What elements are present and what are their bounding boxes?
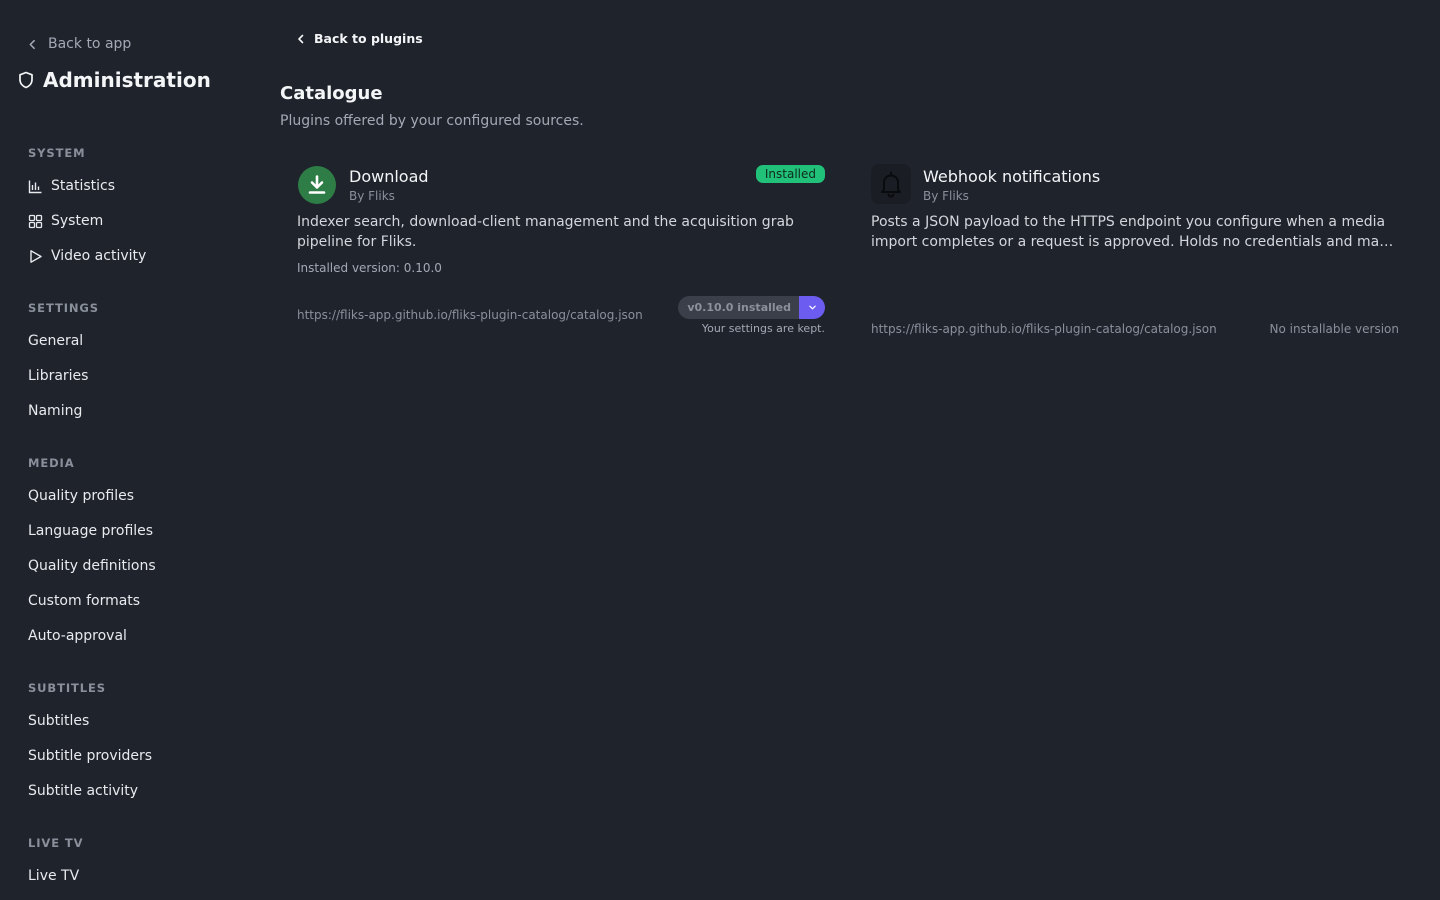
sidebar-item-subtitles[interactable]: Subtitles xyxy=(28,713,89,729)
no-installable-version-status: No installable version xyxy=(1269,322,1399,336)
plugin-description: Indexer search, download-client manageme… xyxy=(297,214,794,250)
plugin-author: By Fliks xyxy=(349,189,395,203)
sidebar-item-label: System xyxy=(51,213,104,229)
back-to-plugins-label: Back to plugins xyxy=(314,31,423,46)
sidebar-item-label: Quality definitions xyxy=(28,558,156,574)
sidebar-item-auto-approval[interactable]: Auto-approval xyxy=(28,628,127,644)
chevron-left-icon xyxy=(298,34,304,43)
sidebar-item-custom-formats[interactable]: Custom formats xyxy=(28,593,140,609)
sidebar-item-label: Subtitle providers xyxy=(28,748,153,764)
sidebar-item-label: Libraries xyxy=(28,368,89,384)
installed-version: Installed version: 0.10.0 xyxy=(297,261,442,275)
version-button[interactable]: v0.10.0 installed xyxy=(678,296,799,319)
sidebar-item-label: Quality profiles xyxy=(28,488,134,504)
sidebar-item-libraries[interactable]: Libraries xyxy=(28,368,88,384)
app-root: Back to app Administration SYSTEM Statis… xyxy=(0,0,1440,900)
chevron-down-icon xyxy=(808,305,816,310)
grid-icon xyxy=(28,214,43,228)
back-to-app-link[interactable]: Back to app xyxy=(27,36,131,52)
back-to-app-label: Back to app xyxy=(48,36,132,52)
bell-icon xyxy=(881,171,901,198)
sidebar-item-label: Auto-approval xyxy=(28,628,127,644)
plugin-description: Posts a JSON payload to the HTTPS endpoi… xyxy=(871,212,1401,252)
sidebar-item-label: Live TV xyxy=(28,868,80,884)
sidebar-item-system[interactable]: System xyxy=(28,213,103,229)
sidebar-item-label: Subtitle activity xyxy=(28,783,139,799)
section-label-system: SYSTEM xyxy=(28,146,86,160)
page-subtitle: Plugins offered by your configured sourc… xyxy=(280,113,584,129)
plugin-card-webhook: Webhook notifications By Fliks Posts a J… xyxy=(860,160,1400,350)
sidebar-item-quality-profiles[interactable]: Quality profiles xyxy=(28,488,134,504)
section-label-subtitles: SUBTITLES xyxy=(28,681,106,695)
sidebar-item-statistics[interactable]: Statistics xyxy=(28,178,115,194)
section-label-live-tv: LIVE TV xyxy=(28,836,84,850)
back-to-plugins-link[interactable]: Back to plugins xyxy=(296,31,423,46)
sidebar-item-language-profiles[interactable]: Language profiles xyxy=(28,523,153,539)
installed-badge: Installed xyxy=(755,165,825,183)
play-icon xyxy=(30,249,42,263)
plugin-name: Download xyxy=(349,167,429,186)
sidebar-item-subtitle-activity[interactable]: Subtitle activity xyxy=(28,783,138,799)
chevron-left-icon xyxy=(29,39,35,49)
sidebar-item-label: Video activity xyxy=(51,248,147,264)
plugin-logo xyxy=(871,164,911,204)
plugin-name: Webhook notifications xyxy=(923,167,1101,186)
sidebar-item-quality-definitions[interactable]: Quality definitions xyxy=(28,558,156,574)
page-title: Catalogue xyxy=(280,83,383,104)
admin-heading: Administration xyxy=(17,68,211,92)
section-label-media: MEDIA xyxy=(28,456,75,470)
plugin-card-download: Download By Fliks Installed Indexer sear… xyxy=(286,160,826,350)
settings-kept-note: Your settings are kept. xyxy=(701,322,825,335)
sidebar-item-label: Statistics xyxy=(51,178,115,194)
version-dropdown-toggle[interactable] xyxy=(799,296,825,319)
sidebar-item-naming[interactable]: Naming xyxy=(28,403,82,419)
sidebar-item-label: Naming xyxy=(28,403,83,419)
sidebar-item-label: Language profiles xyxy=(28,523,154,539)
admin-sidebar: Back to app Administration SYSTEM Statis… xyxy=(0,0,250,900)
sidebar-item-label: General xyxy=(28,333,84,349)
admin-title: Administration xyxy=(43,68,211,92)
sidebar-item-video-activity[interactable]: Video activity xyxy=(28,248,146,264)
download-icon xyxy=(308,175,326,194)
bar-chart-icon xyxy=(28,180,42,193)
sidebar-item-label: Custom formats xyxy=(28,593,141,609)
plugin-logo xyxy=(298,166,336,204)
version-split-button: v0.10.0 installed xyxy=(678,296,825,319)
plugin-description-line-1: Posts a JSON payload to the HTTPS endpoi… xyxy=(871,214,1386,230)
plugin-author: By Fliks xyxy=(923,189,969,203)
sidebar-item-subtitle-providers[interactable]: Subtitle providers xyxy=(28,748,152,764)
section-label-settings: SETTINGS xyxy=(28,301,99,315)
shield-icon xyxy=(19,71,33,89)
sidebar-item-live-tv[interactable]: Live TV xyxy=(28,868,79,884)
plugin-source-url: https://fliks-app.github.io/fliks-plugin… xyxy=(297,308,643,322)
sidebar-item-general[interactable]: General xyxy=(28,333,83,349)
sidebar-item-label: Subtitles xyxy=(28,713,90,729)
plugin-source-url: https://fliks-app.github.io/fliks-plugin… xyxy=(871,322,1217,336)
plugin-description-line-2: import completes or a request is approve… xyxy=(871,234,1396,250)
